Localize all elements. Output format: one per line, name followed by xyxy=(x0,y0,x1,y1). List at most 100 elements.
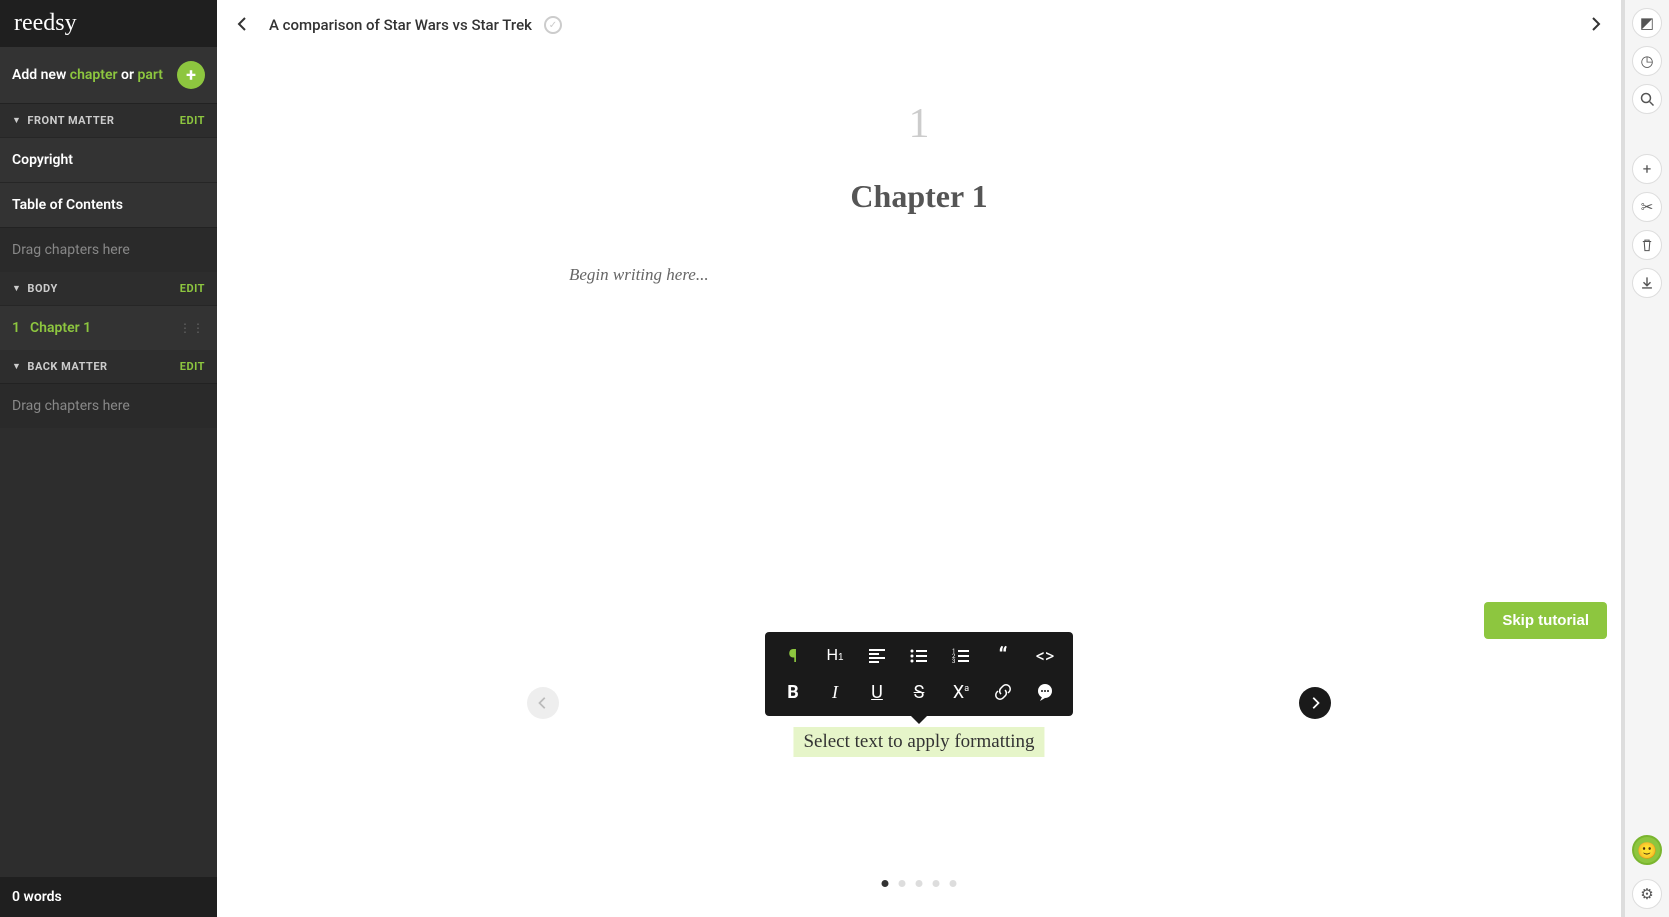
clock-icon: ◷ xyxy=(1640,52,1653,70)
superscript-tool[interactable]: Xa xyxy=(941,674,981,710)
shuffle-icon: ✂ xyxy=(1641,198,1654,216)
bullet-list-tool[interactable] xyxy=(899,638,939,674)
chevron-left-icon xyxy=(235,16,251,32)
front-drag-zone[interactable]: Drag chapters here xyxy=(0,227,217,272)
back-button[interactable] xyxy=(235,13,251,37)
tutorial-dot[interactable] xyxy=(899,880,906,887)
back-drag-zone[interactable]: Drag chapters here xyxy=(0,383,217,428)
italic-tool[interactable]: I xyxy=(815,674,855,710)
bold-icon: B xyxy=(787,682,799,703)
forward-button[interactable] xyxy=(1587,13,1603,37)
chapter-number-display: 1 xyxy=(569,100,1269,148)
settings-button[interactable]: ⚙ xyxy=(1632,879,1662,909)
drag-handle-icon[interactable]: ⋮⋮ xyxy=(179,321,205,335)
caret-down-icon: ▼ xyxy=(12,115,21,126)
strikethrough-tool[interactable]: S xyxy=(899,674,939,710)
heading-icon: H1 xyxy=(826,647,843,665)
add-new-row: Add new chapter or part + xyxy=(0,47,217,104)
add-part-link[interactable]: part xyxy=(137,67,162,83)
caret-down-icon: ▼ xyxy=(12,361,21,372)
goals-button[interactable]: ◩ xyxy=(1632,8,1662,38)
body-header[interactable]: ▼BODY EDIT xyxy=(0,272,217,305)
numbered-list-icon: 123 xyxy=(951,646,971,666)
link-tool[interactable] xyxy=(983,674,1023,710)
caret-down-icon: ▼ xyxy=(12,283,21,294)
right-toolbar: ◩ ◷ + ✂ 🙂 ⚙ xyxy=(1625,0,1669,917)
code-tool[interactable]: <> xyxy=(1025,638,1065,674)
tutorial-prev-button[interactable] xyxy=(527,687,559,719)
body-edit[interactable]: EDIT xyxy=(180,282,205,295)
tutorial-hint: Select text to apply formatting xyxy=(793,727,1044,757)
chapter-label: Chapter 1 xyxy=(30,320,179,336)
front-matter-header[interactable]: ▼FRONT MATTER EDIT xyxy=(0,104,217,137)
add-new-label: Add new chapter or part xyxy=(12,67,163,83)
search-button[interactable] xyxy=(1632,84,1662,114)
chapter-title-display[interactable]: Chapter 1 xyxy=(569,178,1269,215)
tutorial-overlay: Skip tutorial ¶ H1 123 “ <> B I U S Xa S xyxy=(217,572,1621,917)
tutorial-dot[interactable] xyxy=(950,880,957,887)
underline-tool[interactable]: U xyxy=(857,674,897,710)
download-button[interactable] xyxy=(1632,268,1662,298)
word-count: 0 words xyxy=(0,877,217,917)
chevron-right-icon xyxy=(1587,16,1603,32)
skip-tutorial-button[interactable]: Skip tutorial xyxy=(1484,602,1607,639)
editor-content: 1 Chapter 1 Begin writing here... xyxy=(569,50,1269,285)
plus-icon: + xyxy=(1643,160,1652,178)
align-left-icon xyxy=(867,646,887,666)
tutorial-dots xyxy=(882,880,957,887)
user-avatar[interactable]: 🙂 xyxy=(1632,835,1662,865)
italic-icon: I xyxy=(832,682,838,703)
trash-icon xyxy=(1640,238,1654,252)
superscript-icon: Xa xyxy=(953,682,969,703)
sidebar: reedsy Add new chapter or part + ▼FRONT … xyxy=(0,0,217,917)
add-button[interactable]: + xyxy=(177,61,205,89)
strikethrough-icon: S xyxy=(914,682,925,703)
sync-status-icon: ✓ xyxy=(544,16,562,34)
paragraph-tool[interactable]: ¶ xyxy=(773,638,813,674)
comment-icon xyxy=(1035,682,1055,702)
add-chapter-link[interactable]: chapter xyxy=(70,67,118,83)
main-area: A comparison of Star Wars vs Star Trek ✓… xyxy=(217,0,1625,917)
document-title[interactable]: A comparison of Star Wars vs Star Trek xyxy=(269,16,532,34)
chevron-left-icon xyxy=(536,696,550,710)
editor-placeholder[interactable]: Begin writing here... xyxy=(569,265,1269,285)
underline-icon: U xyxy=(871,682,883,703)
code-icon: <> xyxy=(1036,646,1055,667)
tutorial-dot[interactable] xyxy=(882,880,889,887)
pilcrow-icon: ¶ xyxy=(789,646,798,667)
heading-tool[interactable]: H1 xyxy=(815,638,855,674)
sidebar-item-toc[interactable]: Table of Contents xyxy=(0,182,217,227)
tutorial-dot[interactable] xyxy=(933,880,940,887)
shuffle-button[interactable]: ✂ xyxy=(1632,192,1662,222)
chevron-right-icon xyxy=(1308,696,1322,710)
tutorial-dot[interactable] xyxy=(916,880,923,887)
bold-tool[interactable]: B xyxy=(773,674,813,710)
chapter-number: 1 xyxy=(12,320,30,336)
search-icon xyxy=(1640,92,1655,107)
brand-logo[interactable]: reedsy xyxy=(0,0,217,47)
chapter-item[interactable]: 1 Chapter 1 ⋮⋮ xyxy=(0,305,217,350)
numbered-list-tool[interactable]: 123 xyxy=(941,638,981,674)
svg-text:3: 3 xyxy=(952,658,955,665)
link-icon xyxy=(993,682,1013,702)
formatting-toolbar: ¶ H1 123 “ <> B I U S Xa xyxy=(765,632,1073,716)
comment-tool[interactable] xyxy=(1025,674,1065,710)
align-tool[interactable] xyxy=(857,638,897,674)
target-icon: ◩ xyxy=(1640,14,1654,32)
avatar-icon: 🙂 xyxy=(1637,841,1657,860)
download-icon xyxy=(1640,276,1654,290)
sidebar-item-copyright[interactable]: Copyright xyxy=(0,137,217,182)
back-matter-header[interactable]: ▼BACK MATTER EDIT xyxy=(0,350,217,383)
delete-button[interactable] xyxy=(1632,230,1662,260)
front-matter-edit[interactable]: EDIT xyxy=(180,114,205,127)
quote-tool[interactable]: “ xyxy=(983,638,1023,674)
tutorial-next-button[interactable] xyxy=(1299,687,1331,719)
plus-icon: + xyxy=(186,65,196,86)
topbar: A comparison of Star Wars vs Star Trek ✓ xyxy=(217,0,1621,50)
history-button[interactable]: ◷ xyxy=(1632,46,1662,76)
gear-icon: ⚙ xyxy=(1640,885,1653,903)
back-matter-edit[interactable]: EDIT xyxy=(180,360,205,373)
quote-icon: “ xyxy=(999,644,1008,669)
bullet-list-icon xyxy=(909,646,929,666)
insert-button[interactable]: + xyxy=(1632,154,1662,184)
